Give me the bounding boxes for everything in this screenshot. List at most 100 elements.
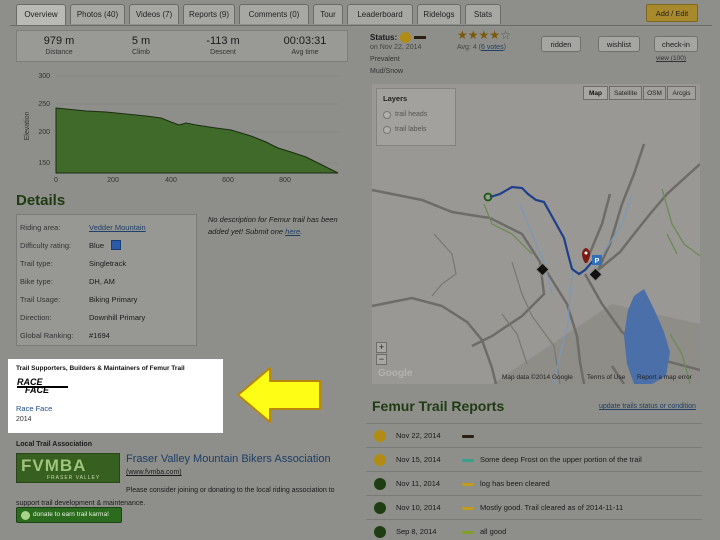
trail-usage-value: Biking Primary — [89, 295, 138, 304]
star-icon[interactable]: ★ — [489, 28, 500, 42]
association-url-link[interactable]: (www.fvmba.com) — [126, 469, 182, 476]
map-type-map[interactable]: Map — [583, 86, 608, 100]
xtick-400: 400 — [165, 177, 177, 184]
update-status-link[interactable]: update trails status or condition — [599, 403, 696, 410]
report-row[interactable]: Sep 8, 2014 all good — [366, 520, 702, 540]
report-date: Nov 15, 2014 — [396, 455, 441, 464]
association-name-link[interactable]: Fraser Valley Mountain Bikers Associatio… — [126, 453, 331, 465]
map-type-arcgis[interactable]: Arcgis — [667, 86, 696, 100]
status-label: Status: — [370, 33, 398, 42]
view-checkins-link[interactable]: view (100) — [656, 55, 686, 62]
difficulty-value: Blue — [89, 241, 105, 250]
xtick-800: 800 — [279, 177, 291, 184]
supporters-title: Trail Supporters, Builders & Maintainers… — [16, 365, 185, 372]
detail-label: Trail type: — [20, 259, 53, 268]
ytick-200: 200 — [38, 129, 50, 136]
report-row[interactable]: Nov 11, 2014 log has been cleared — [366, 472, 702, 496]
wishlist-button[interactable]: wishlist — [598, 36, 640, 52]
star-icon[interactable]: ★ — [468, 28, 479, 42]
map-type-satellite[interactable]: Satellite — [609, 86, 642, 100]
report-status-dot — [374, 454, 386, 466]
trail-labels-label: trail labels — [395, 126, 427, 133]
fvmba-logo[interactable]: FVMBA FRASER VALLEY — [16, 453, 120, 483]
report-status-dot — [374, 526, 386, 538]
trail-labels-checkbox[interactable] — [383, 126, 391, 134]
tab-reports[interactable]: Reports (9) — [183, 4, 235, 24]
map-type-osm[interactable]: OSM — [643, 86, 666, 100]
google-logo: Google — [378, 368, 413, 379]
association-heading: Local Trail Association — [16, 441, 92, 448]
tab-tour[interactable]: Tour — [313, 4, 343, 24]
bike-type-value: DH, AM — [89, 277, 115, 286]
race-face-link[interactable]: Race Face — [16, 404, 52, 413]
status-bar — [414, 36, 426, 39]
zoom-in-button[interactable]: + — [376, 342, 387, 353]
ytick-150: 150 — [38, 160, 50, 167]
star-icon[interactable]: ★ — [479, 28, 490, 42]
stat-avg-time: 00:03:31 Avg time — [283, 35, 327, 56]
report-condition-bar — [462, 531, 474, 534]
elevation-axis-label: Elevation — [24, 111, 31, 140]
tab-overview[interactable]: Overview — [16, 4, 66, 26]
report-text: log has been cleared — [480, 479, 550, 488]
star-rating[interactable]: ★★★★☆ — [457, 28, 511, 42]
zoom-out-button[interactable]: − — [376, 354, 387, 365]
detail-label: Bike type: — [20, 277, 53, 286]
tab-divider — [10, 25, 712, 26]
layers-title: Layers — [383, 94, 408, 103]
tab-comments[interactable]: Comments (0) — [239, 4, 309, 24]
xtick-600: 600 — [222, 177, 234, 184]
map-report-link[interactable]: Report a map error — [637, 374, 692, 381]
rating-avg: Avg: 4 ( — [457, 44, 481, 51]
elevation-area — [55, 107, 339, 174]
tab-photos[interactable]: Photos (40) — [70, 4, 125, 24]
direction-value: Downhill Primary — [89, 313, 146, 322]
report-date: Nov 11, 2014 — [396, 479, 441, 488]
no-description-text: No description for Femur trail has been … — [208, 215, 338, 236]
race-face-logo[interactable]: RACE FACE — [17, 378, 68, 396]
trail-type-value: Singletrack — [89, 259, 127, 268]
xtick-200: 200 — [107, 177, 119, 184]
karma-icon — [21, 511, 30, 520]
detail-label: Trail Usage: — [20, 295, 61, 304]
submit-description-link[interactable]: here — [285, 227, 300, 236]
reports-heading: Femur Trail Reports — [372, 398, 505, 414]
map-terms-link[interactable]: Terms of Use — [587, 374, 625, 381]
donate-label: donate to earn trail karma! — [33, 511, 109, 518]
report-text: Mostly good. Trail cleared as of 2014-11… — [480, 503, 624, 512]
trail-heads-label: trail heads — [395, 111, 428, 118]
rating-votes-link[interactable]: 6 votes — [481, 44, 504, 51]
report-condition-bar — [462, 483, 474, 486]
status-condition: Mud/Snow — [370, 68, 404, 75]
elevation-chart: 300 250 200 150 0 200 400 600 800 Elevat… — [24, 73, 339, 184]
trail-heads-checkbox[interactable] — [383, 111, 391, 119]
svg-text:P: P — [595, 258, 600, 265]
detail-label: Riding area: — [20, 223, 61, 232]
report-row[interactable]: Nov 22, 2014 — [366, 424, 702, 448]
report-status-dot — [374, 430, 386, 442]
tab-ridelogs[interactable]: Ridelogs — [417, 4, 461, 24]
riding-area-link[interactable]: Vedder Mountain — [89, 223, 146, 232]
report-date: Sep 8, 2014 — [396, 527, 437, 536]
donate-button[interactable]: donate to earn trail karma! — [16, 507, 122, 523]
supporters-box: Trail Supporters, Builders & Maintainers… — [8, 359, 223, 433]
trail-map[interactable]: P Layers trail heads trail labels Map Sa… — [372, 84, 700, 384]
report-row[interactable]: Nov 10, 2014 Mostly good. Trail cleared … — [366, 496, 702, 520]
fvmba-logo-text: FVMBA — [21, 456, 87, 475]
ytick-300: 300 — [38, 73, 50, 80]
xtick-0: 0 — [54, 177, 58, 184]
report-date: Nov 10, 2014 — [396, 503, 441, 512]
ridden-button[interactable]: ridden — [541, 36, 581, 52]
tab-stats[interactable]: Stats — [465, 4, 501, 24]
detail-label: Global Ranking: — [20, 331, 74, 340]
tab-videos[interactable]: Videos (7) — [129, 4, 179, 24]
star-empty-icon[interactable]: ☆ — [500, 28, 511, 42]
checkin-button[interactable]: check-in — [654, 36, 698, 52]
status-prevalent: Prevalent — [370, 56, 400, 63]
tab-leaderboard[interactable]: Leaderboard — [347, 4, 413, 24]
report-condition-bar — [462, 459, 474, 462]
report-text: all good — [480, 527, 507, 536]
add-edit-button[interactable]: Add / Edit — [646, 4, 698, 22]
star-icon[interactable]: ★ — [457, 28, 468, 42]
report-row[interactable]: Nov 15, 2014 Some deep Frost on the uppe… — [366, 448, 702, 472]
